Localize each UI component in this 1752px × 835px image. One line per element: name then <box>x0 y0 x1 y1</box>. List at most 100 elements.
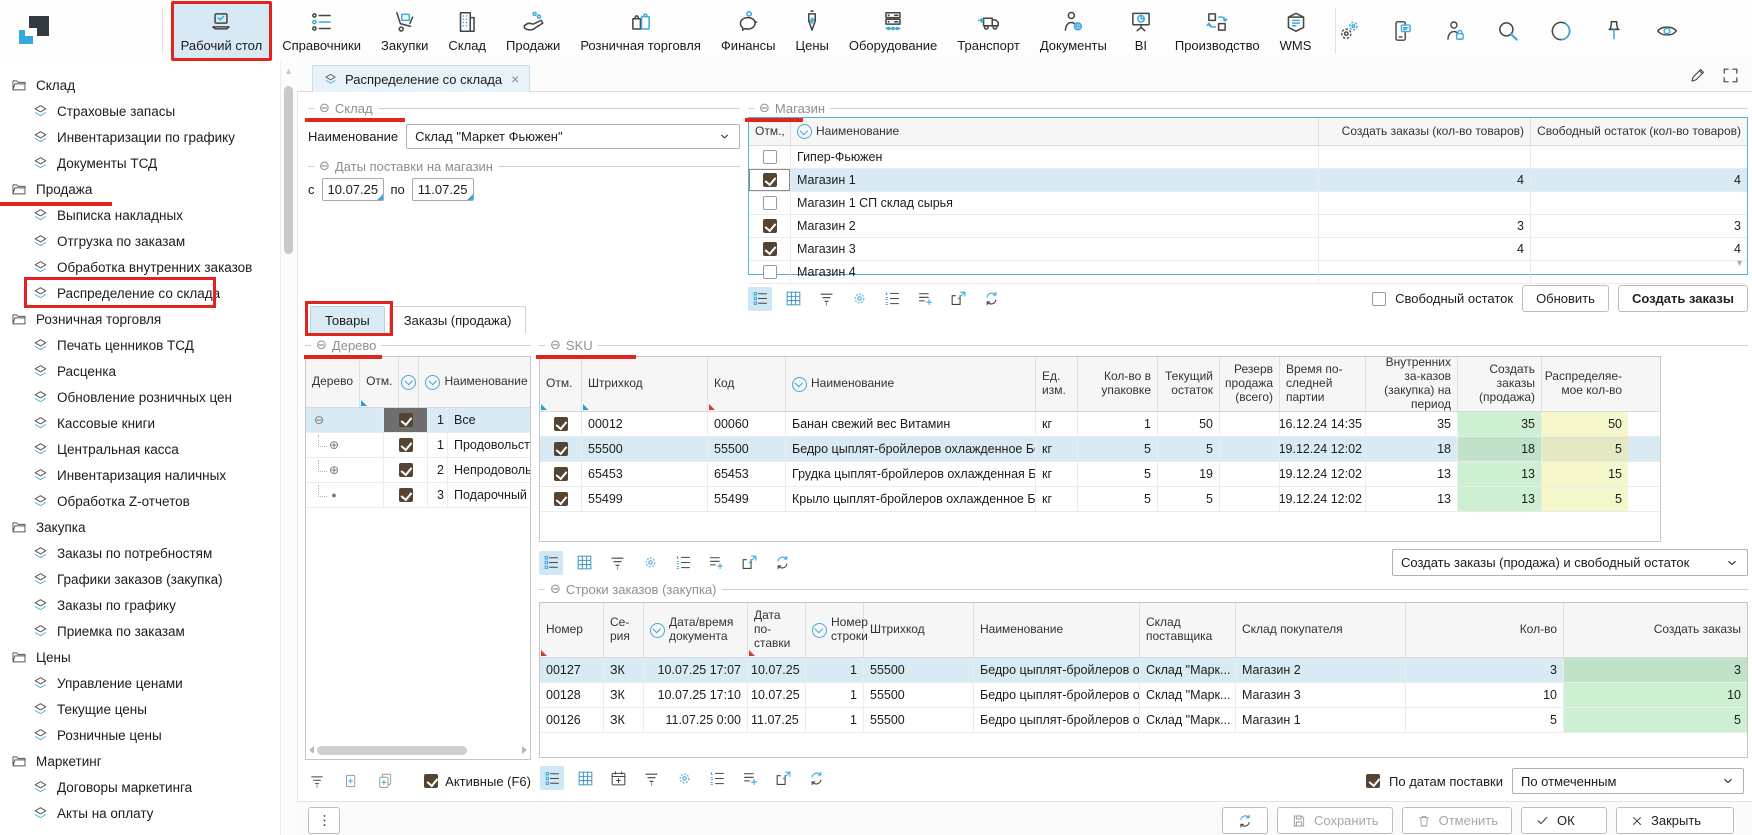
menu-finance[interactable]: Финансы <box>711 1 786 61</box>
menu-prices[interactable]: Цены <box>786 1 839 61</box>
filter-icon[interactable] <box>639 766 663 790</box>
tree-row-selected[interactable]: ⊖ 1 Все <box>306 408 530 433</box>
col-header-free-stock[interactable]: Свободный остаток (кол-во товаров) <box>1531 118 1747 145</box>
col-header-mark[interactable]: Отм., <box>749 118 791 145</box>
list-view-icon[interactable] <box>539 551 563 575</box>
row-checkbox[interactable] <box>763 196 777 210</box>
menu-bi[interactable]: BI <box>1117 1 1165 61</box>
sidebar-item-raspredelenie-so-sklada[interactable]: Распределение со склада <box>0 280 280 306</box>
sort-icon[interactable] <box>425 375 440 390</box>
menu-equipment[interactable]: Оборудование <box>839 1 947 61</box>
tab-close-icon[interactable]: × <box>511 71 519 87</box>
col-header-reserve[interactable]: Резерв продажа (всего) <box>1220 357 1280 411</box>
expand-node-icon[interactable]: ⊕ <box>327 438 341 452</box>
col-header-delivery-date[interactable]: Дата по-ставки <box>748 603 806 657</box>
sidebar-item-obnovlenie-roznichnyh-cen[interactable]: Обновление розничных цен <box>0 384 280 410</box>
sidebar-folder-sklad[interactable]: Склад <box>0 72 280 98</box>
collapse-icon[interactable] <box>759 100 770 116</box>
phone-message-icon[interactable] <box>1389 18 1415 44</box>
store-row-selected[interactable]: Магазин 1 4 4 <box>749 169 1747 192</box>
sku-row[interactable]: 65453 65453 Грудка цыплят-бройлеров охла… <box>540 462 1660 487</box>
collapse-icon[interactable] <box>319 158 330 174</box>
sku-row[interactable]: 55499 55499 Крыло цыплят-бройлеров охлаж… <box>540 487 1660 512</box>
sort-icon[interactable] <box>792 377 807 392</box>
order-row[interactable]: 00128 ЗК 10.07.25 17:10 10.07.25 1 55500… <box>540 683 1747 708</box>
sidebar-item-roznichnye-ceny[interactable]: Розничные цены <box>0 722 280 748</box>
sidebar-item-rascenka[interactable]: Расценка <box>0 358 280 384</box>
col-header-mark[interactable]: Отм. <box>540 357 582 411</box>
tree-row[interactable]: ⊕ 1 Продовольственные... <box>306 433 530 458</box>
sidebar-item-obrabotka-z-otchetov[interactable]: Обработка Z-отчетов <box>0 488 280 514</box>
sidebar-item-vypiska-nakladnyh[interactable]: Выписка накладных <box>0 202 280 228</box>
col-header-unit[interactable]: Ед. изм. <box>1036 357 1078 411</box>
gear-icon[interactable] <box>847 287 871 311</box>
scrollbar-thumb[interactable] <box>284 86 293 254</box>
row-checkbox[interactable] <box>399 438 413 452</box>
col-header-internal-orders[interactable]: Внутренних за-казов (закупка) на период <box>1366 357 1458 411</box>
menu-warehouse[interactable]: Склад <box>438 1 496 61</box>
export-icon[interactable] <box>771 766 795 790</box>
menu-documents[interactable]: Документы <box>1030 1 1117 61</box>
menu-production[interactable]: Производство <box>1165 1 1270 61</box>
collapse-icon[interactable] <box>316 337 327 353</box>
menu-purchases[interactable]: Закупки <box>371 1 438 61</box>
menu-transport[interactable]: Транспорт <box>947 1 1030 61</box>
numbered-list-icon[interactable] <box>671 551 695 575</box>
menu-directories[interactable]: Справочники <box>272 1 371 61</box>
gear-icon[interactable] <box>672 766 696 790</box>
col-header-line-number[interactable]: Номер строки <box>806 603 864 657</box>
tree-row[interactable]: ⊕ 2 Непродовольственн... <box>306 458 530 483</box>
export-icon[interactable] <box>737 551 761 575</box>
store-row[interactable]: Магазин 2 3 3 <box>749 215 1747 238</box>
col-header-create-orders[interactable]: Создать заказы <box>1564 603 1747 657</box>
sidebar-item-tekushchie-ceny[interactable]: Текущие цены <box>0 696 280 722</box>
grid-view-icon[interactable] <box>572 551 596 575</box>
filter-icon[interactable] <box>305 769 329 793</box>
sidebar-folder-ceny[interactable]: Цены <box>0 644 280 670</box>
menu-retail[interactable]: Розничная торговля <box>570 1 711 61</box>
col-header-series[interactable]: Се-рия <box>604 603 644 657</box>
sku-row[interactable]: 00012 00060 Банан свежий вес Витамин кг … <box>540 412 1660 437</box>
row-checkbox[interactable] <box>554 467 568 481</box>
add-document-icon[interactable] <box>339 769 363 793</box>
add-documents-icon[interactable] <box>373 769 397 793</box>
sku-row-selected[interactable]: 55500 55500 Бедро цыплят-бройлеров охлаж… <box>540 437 1660 462</box>
cancel-button[interactable]: Отменить <box>1402 807 1512 834</box>
sidebar-item-strahovye-zapasy[interactable]: Страховые запасы <box>0 98 280 124</box>
filter-icon[interactable] <box>814 287 838 311</box>
more-actions-button[interactable] <box>308 807 340 834</box>
tab-goods[interactable]: Товары <box>310 306 385 333</box>
scroll-up-arrow-icon[interactable] <box>284 66 293 76</box>
close-button[interactable]: Закрыть <box>1616 807 1734 834</box>
sidebar-folder-prodazha[interactable]: Продажа <box>0 176 280 202</box>
sidebar-item-centralnaya-kassa[interactable]: Центральная касса <box>0 436 280 462</box>
tree-horizontal-scrollbar[interactable] <box>309 744 527 756</box>
sidebar-item-dokumenty-tsd[interactable]: Документы ТСД <box>0 150 280 176</box>
user-lock-icon[interactable] <box>1442 18 1468 44</box>
tree-row[interactable]: ● 3 Подарочный сертиф... <box>306 483 530 508</box>
row-checkbox[interactable] <box>763 173 777 187</box>
row-checkbox[interactable] <box>763 265 777 279</box>
col-header-qty[interactable]: Кол-во <box>1406 603 1564 657</box>
order-mode-select[interactable]: Создать заказы (продажа) и свободный ост… <box>1392 549 1748 576</box>
refresh-icon[interactable] <box>804 766 828 790</box>
sidebar-item-inventarizacii-po-grafiku[interactable]: Инвентаризации по графику <box>0 124 280 150</box>
grid-view-icon[interactable] <box>781 287 805 311</box>
sidebar-item-otgruzka-po-zakazam[interactable]: Отгрузка по заказам <box>0 228 280 254</box>
col-header-buyer[interactable]: Склад покупателя <box>1236 603 1406 657</box>
row-checkbox[interactable] <box>763 219 777 233</box>
scrollbar-thumb[interactable] <box>317 746 467 755</box>
sort-icon[interactable] <box>401 375 416 390</box>
sidebar-item-obrabotka-vnutrennih-zakazov[interactable]: Обработка внутренних заказов <box>0 254 280 280</box>
row-checkbox[interactable] <box>554 442 568 456</box>
active-checkbox[interactable] <box>424 774 438 788</box>
warehouse-select[interactable]: Склад "Маркет Фьюжен" <box>406 124 740 149</box>
sidebar-item-inventarizaciya-nalichnyh[interactable]: Инвентаризация наличных <box>0 462 280 488</box>
sidebar-item-upravlenie-cenami[interactable]: Управление ценами <box>0 670 280 696</box>
col-header-batch-time[interactable]: Время по-следней партии <box>1280 357 1366 411</box>
col-header-pack[interactable]: Кол-во в упаковке <box>1078 357 1158 411</box>
refresh-button[interactable]: Обновить <box>1522 285 1609 312</box>
list-view-icon[interactable] <box>748 287 772 311</box>
row-checkbox[interactable] <box>399 463 413 477</box>
date-to-input[interactable]: 11.07.25 <box>412 178 474 201</box>
